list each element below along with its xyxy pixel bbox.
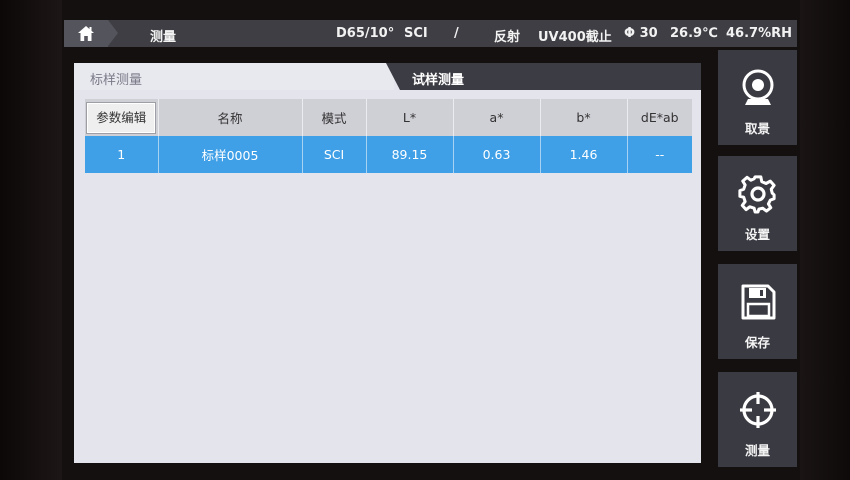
aperture: Φ 30 <box>624 26 658 41</box>
column-header[interactable]: a* <box>453 99 541 136</box>
humidity: 46.7%RH <box>726 26 792 41</box>
settings-button[interactable]: 设置 <box>718 156 797 251</box>
cell-name: 标样0005 <box>158 136 303 173</box>
cell-mode: SCI <box>302 136 367 173</box>
camera-icon <box>742 69 774 105</box>
param-edit-button[interactable]: 参数编辑 <box>86 101 157 134</box>
tab-label: 试样测量 <box>412 73 465 88</box>
table-row[interactable]: 1 标样0005 SCI 89.15 0.63 1.46 -- <box>85 136 692 173</box>
measure-type: 反射 <box>494 30 521 45</box>
capture-label: 取景 <box>744 121 770 136</box>
param-edit-cell: 参数编辑 <box>85 99 159 136</box>
floppy-disk-icon <box>741 284 776 320</box>
column-header[interactable]: b* <box>540 99 628 136</box>
column-header[interactable]: dE*ab <box>627 99 692 136</box>
status-bar: 测量 D65/10° SCI / 反射 UV400截止 Φ 30 26.9℃ 4… <box>64 20 797 47</box>
table-header-row: 参数编辑 名称 模式 L* a* b* dE*ab <box>85 99 692 136</box>
illuminant-observer: D65/10° <box>336 26 395 41</box>
tab-label: 标样测量 <box>90 73 143 88</box>
home-button[interactable] <box>64 20 118 47</box>
column-header[interactable]: L* <box>366 99 454 136</box>
settings-label: 设置 <box>744 227 770 242</box>
device-bezel-left <box>0 0 62 480</box>
tab-sample-measure[interactable]: 试样测量 <box>386 63 701 90</box>
gear-icon <box>738 175 776 214</box>
crosshair-icon <box>740 392 776 428</box>
measure-label: 测量 <box>744 443 770 458</box>
save-label: 保存 <box>744 335 770 350</box>
cell-b: 1.46 <box>540 136 628 173</box>
uv-filter: UV400截止 <box>538 30 612 45</box>
column-header[interactable]: 名称 <box>158 99 303 136</box>
row-index: 1 <box>85 136 159 173</box>
column-header[interactable]: 模式 <box>302 99 367 136</box>
page-title: 测量 <box>150 30 177 45</box>
measurement-table: 参数编辑 名称 模式 L* a* b* dE*ab 1 标样0005 SCI 8… <box>85 99 692 173</box>
capture-button[interactable]: 取景 <box>718 50 797 145</box>
measurement-panel: 标样测量 试样测量 参数编辑 名称 模式 L* a* b* dE*ab 1 标样… <box>74 63 701 463</box>
temperature: 26.9℃ <box>670 26 718 41</box>
status-separator: / <box>454 26 459 41</box>
specular-mode: SCI <box>404 26 428 41</box>
save-button[interactable]: 保存 <box>718 264 797 359</box>
cell-L: 89.15 <box>366 136 454 173</box>
cell-a: 0.63 <box>453 136 541 173</box>
cell-dE: -- <box>627 136 692 173</box>
measure-button[interactable]: 测量 <box>718 372 797 467</box>
device-bezel-right <box>800 0 850 480</box>
tab-standard-measure[interactable]: 标样测量 <box>74 63 394 90</box>
home-icon <box>78 26 94 41</box>
